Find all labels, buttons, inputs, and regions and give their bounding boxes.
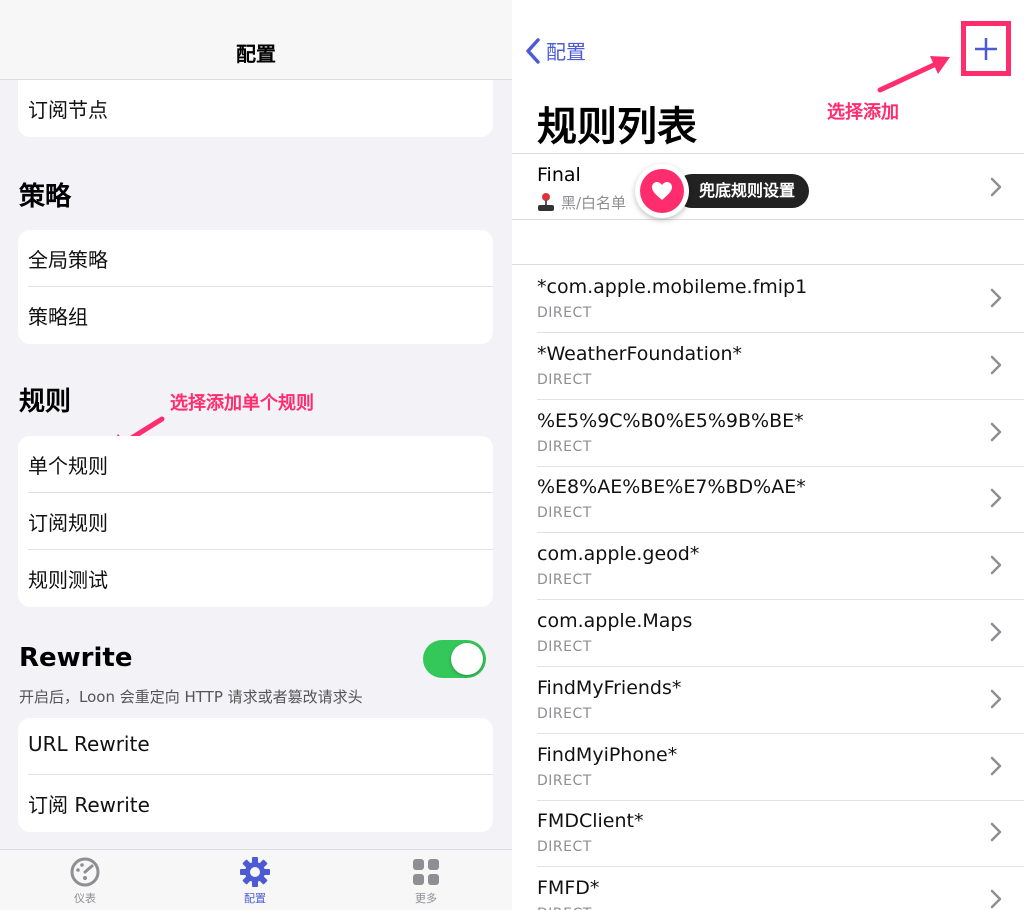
row-label: 订阅节点	[28, 98, 108, 122]
rule-name: %E5%9C%B0%E5%9B%BE*	[537, 409, 804, 432]
rule-name: FMFD*	[537, 877, 600, 900]
rule-row[interactable]: *WeatherFoundation* DIRECT	[512, 333, 1024, 400]
row-global-policy[interactable]: 全局策略	[28, 230, 493, 287]
chevron-right-icon	[990, 756, 1002, 775]
annotation-arrow-icon	[877, 56, 950, 93]
back-label: 配置	[546, 40, 586, 64]
config-screen: 配置 订阅节点 策略 全局策略 策略组 规则 选择添加单个规则 单个规则 订阅规…	[0, 0, 512, 910]
row-subscribe-rewrite[interactable]: 订阅 Rewrite	[28, 775, 493, 832]
dashboard-icon	[70, 857, 100, 887]
page-title: 规则列表	[537, 104, 697, 150]
tab-label: 配置	[244, 892, 266, 905]
row-label: URL Rewrite	[28, 732, 150, 756]
rule-policy: DIRECT	[537, 505, 592, 522]
tab-dashboard[interactable]: 仪表	[45, 856, 125, 906]
chevron-right-icon	[990, 422, 1002, 441]
rule-row[interactable]: *com.apple.mobileme.fmip1 DIRECT	[512, 266, 1024, 333]
rule-policy: DIRECT	[537, 705, 592, 722]
row-label: 全局策略	[28, 248, 108, 272]
tab-bar: 仪表 配置 更多	[0, 849, 512, 910]
chevron-right-icon	[990, 355, 1002, 375]
rule-policy: DIRECT	[537, 839, 592, 856]
joystick-icon	[538, 193, 554, 211]
rule-policy: DIRECT	[537, 572, 592, 589]
rule-row[interactable]: FMFD* DIRECT	[512, 867, 1024, 910]
toggle-knob	[451, 643, 483, 675]
rule-policy: DIRECT	[537, 438, 592, 455]
row-policy-group[interactable]: 策略组	[28, 287, 493, 344]
rule-name: FMDClient*	[537, 810, 644, 833]
row-subscribe-rules[interactable]: 订阅规则	[28, 493, 493, 550]
row-rule-test[interactable]: 规则测试	[28, 550, 493, 607]
policy-card: 全局策略 策略组	[18, 230, 493, 344]
rule-row[interactable]: com.apple.Maps DIRECT	[512, 600, 1024, 667]
row-label: 订阅规则	[28, 511, 108, 535]
row-url-rewrite[interactable]: URL Rewrite	[28, 718, 493, 775]
chevron-right-icon	[990, 622, 1002, 642]
rule-name: com.apple.geod*	[537, 543, 700, 566]
rule-row[interactable]: FindMyiPhone* DIRECT	[512, 734, 1024, 801]
rewrite-toggle[interactable]	[423, 640, 486, 678]
rule-policy: DIRECT	[537, 772, 592, 789]
badge-text: 兜底规则设置	[675, 174, 810, 208]
tab-more[interactable]: 更多	[386, 856, 466, 906]
rule-row[interactable]: FMDClient* DIRECT	[512, 800, 1024, 868]
rule-policy: DIRECT	[537, 906, 592, 910]
section-gap	[512, 220, 1024, 265]
section-policy: 策略	[19, 182, 72, 212]
annotation-add-single-rule: 选择添加单个规则	[170, 393, 314, 414]
section-rules: 规则	[19, 387, 72, 417]
chevron-right-icon	[990, 889, 1002, 909]
chevron-right-icon	[990, 555, 1002, 575]
heart-badge	[635, 164, 689, 218]
rule-name: %E8%AE%BE%E7%BD%AE*	[537, 476, 806, 499]
chevron-left-icon	[526, 37, 540, 64]
nav-title: 配置	[236, 42, 276, 66]
rule-row[interactable]: FindMyFriends* DIRECT	[512, 667, 1024, 734]
plus-icon	[975, 37, 997, 60]
tab-label: 更多	[415, 892, 437, 905]
row-label: 订阅 Rewrite	[28, 793, 150, 817]
rule-policy: DIRECT	[537, 305, 592, 321]
row-label: 规则测试	[28, 568, 108, 592]
heart-icon	[652, 182, 672, 200]
row-single-rule[interactable]: 单个规则	[28, 436, 493, 493]
row-label: 策略组	[28, 305, 88, 329]
grid-icon	[413, 859, 439, 885]
rule-name: FindMyFriends*	[537, 676, 682, 699]
chevron-right-icon	[990, 489, 1002, 508]
rule-sub: 黑/白名单	[561, 194, 627, 212]
tab-label: 仪表	[74, 892, 96, 905]
fallback-rule-badge: 兜底规则设置	[635, 164, 810, 218]
subscribe-card: 订阅节点	[18, 80, 493, 137]
rule-row[interactable]: %E8%AE%BE%E7%BD%AE* DIRECT	[512, 466, 1024, 534]
nav-bar: 配置	[0, 0, 512, 80]
rule-name: FindMyiPhone*	[537, 743, 678, 766]
chevron-right-icon	[990, 177, 1002, 197]
rule-policy: DIRECT	[537, 639, 592, 655]
rules-card: 单个规则 订阅规则 规则测试	[18, 436, 493, 607]
rule-list-screen: 配置 选择添加 规则列表 Final 黑/白名单 兜底规则设置 *com.app…	[512, 0, 1024, 910]
chevron-right-icon	[990, 823, 1002, 842]
rule-row[interactable]: com.apple.geod* DIRECT	[512, 533, 1024, 601]
gear-icon	[240, 857, 270, 887]
chevron-right-icon	[990, 689, 1002, 709]
rule-name: *WeatherFoundation*	[537, 342, 743, 365]
back-button[interactable]: 配置	[526, 36, 586, 65]
tab-config[interactable]: 配置	[215, 856, 295, 906]
annotation-add: 选择添加	[827, 102, 899, 123]
row-label: 单个规则	[28, 454, 108, 478]
rewrite-card: URL Rewrite 订阅 Rewrite	[18, 718, 493, 832]
rule-name: com.apple.Maps	[537, 610, 693, 632]
rule-name: *com.apple.mobileme.fmip1	[537, 276, 808, 298]
row-subscribe-nodes[interactable]: 订阅节点	[28, 80, 493, 137]
rule-policy: DIRECT	[537, 371, 592, 388]
section-rewrite: Rewrite	[19, 643, 133, 673]
rewrite-description: 开启后，Loon 会重定向 HTTP 请求或者篡改请求头	[19, 688, 363, 706]
rule-name: Final	[537, 164, 581, 186]
rule-row[interactable]: %E5%9C%B0%E5%9B%BE* DIRECT	[512, 400, 1024, 467]
add-rule-button[interactable]	[961, 21, 1011, 76]
chevron-right-icon	[990, 288, 1002, 308]
